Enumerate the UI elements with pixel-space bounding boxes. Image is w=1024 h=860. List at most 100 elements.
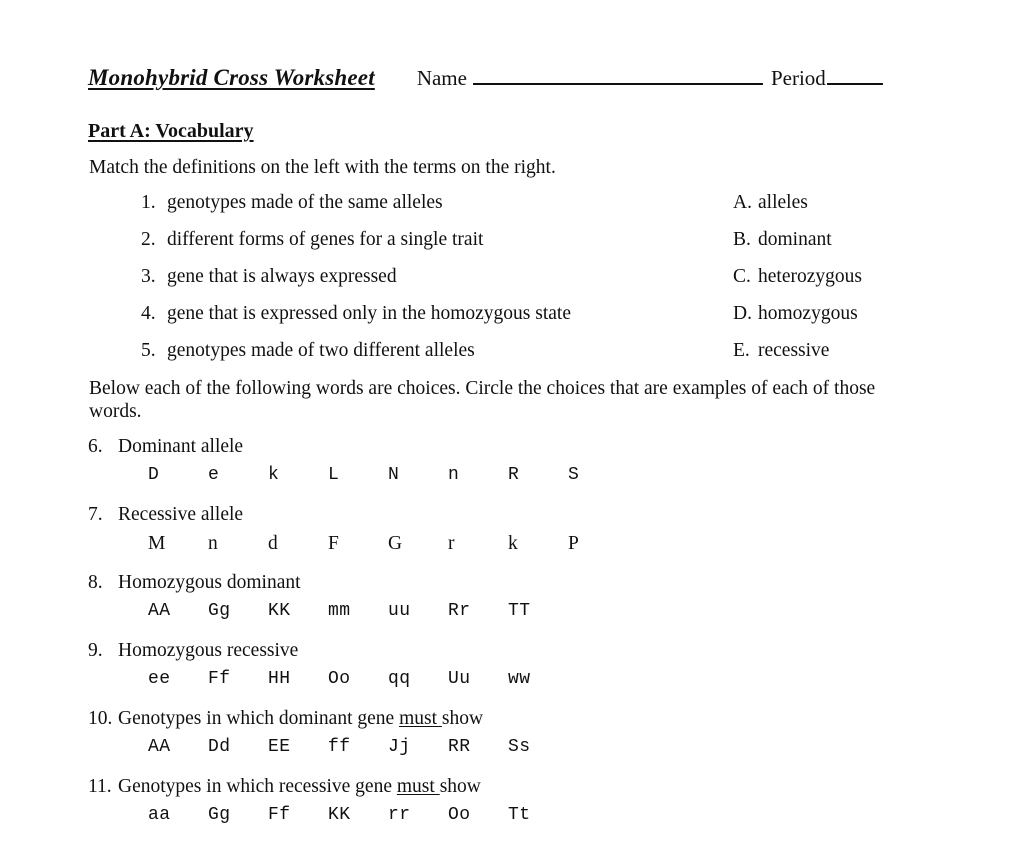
- choice-option[interactable]: L: [328, 465, 388, 485]
- word-prompt: 10. Genotypes in which dominant gene must…: [88, 708, 1024, 737]
- choice-option[interactable]: n: [448, 465, 508, 485]
- definition-text: different forms of genes for a single tr…: [167, 229, 484, 250]
- emphasis-must: must: [396, 776, 440, 797]
- choice-option[interactable]: d: [268, 533, 328, 555]
- word-choice-block: 8. Homozygous dominant AA Gg KK mm uu Rr TT: [0, 572, 1024, 640]
- choice-row: AA Dd EE ff Jj RR Ss: [148, 737, 1024, 776]
- choice-option[interactable]: ww: [508, 669, 568, 689]
- choice-option[interactable]: Rr: [448, 601, 508, 621]
- choice-option[interactable]: k: [508, 533, 568, 555]
- choice-option[interactable]: KK: [328, 805, 388, 825]
- word-choice-block: 9. Homozygous recessive ee Ff HH Oo qq Uu ww: [0, 640, 1024, 708]
- choice-option[interactable]: D: [148, 465, 208, 485]
- match-row: 4. gene that is expressed only in the hom…: [0, 303, 1024, 340]
- word-choice-block: 7. Recessive allele Mn d F Gr k P: [0, 504, 1024, 572]
- circle-instruction: Below each of the following words are ch…: [89, 378, 876, 422]
- choice-option[interactable]: EE: [268, 737, 328, 757]
- term-item[interactable]: B. dominant: [733, 229, 832, 251]
- word-label: Homozygous recessive: [118, 640, 299, 661]
- choice-option[interactable]: Oo: [448, 805, 508, 825]
- choice-option[interactable]: KK: [268, 601, 328, 621]
- word-prompt: 7. Recessive allele: [88, 504, 1024, 533]
- term-item[interactable]: D. homozygous: [733, 303, 858, 325]
- definition-number: 2.: [141, 229, 156, 250]
- term-letter: C.: [733, 266, 751, 287]
- period-blank-line[interactable]: [826, 62, 883, 85]
- choice-row: DekLNnRS: [148, 465, 1024, 504]
- choice-option[interactable]: Jj: [388, 737, 448, 757]
- word-prompt: 9. Homozygous recessive: [88, 640, 1024, 669]
- choice-option[interactable]: F: [328, 533, 388, 555]
- choice-option[interactable]: Dd: [208, 737, 268, 757]
- choice-option[interactable]: Ff: [208, 669, 268, 689]
- word-number: 6.: [88, 436, 103, 457]
- term-item[interactable]: C. heterozygous: [733, 266, 862, 288]
- choice-option[interactable]: TT: [508, 601, 568, 621]
- period-label: Period: [770, 66, 826, 90]
- choice-option[interactable]: G: [388, 533, 448, 555]
- choice-option[interactable]: r: [448, 533, 508, 555]
- word-number: 8.: [88, 572, 103, 593]
- word-number: 11.: [88, 776, 112, 797]
- choice-option[interactable]: rr: [388, 805, 448, 825]
- choice-option[interactable]: Oo: [328, 669, 388, 689]
- choice-option[interactable]: Tt: [508, 805, 568, 825]
- definition-item[interactable]: 4. gene that is expressed only in the hom…: [141, 303, 571, 325]
- choice-row: MndFGrkP: [148, 533, 1024, 572]
- choice-option[interactable]: N: [388, 465, 448, 485]
- emphasis-must: must: [399, 708, 442, 729]
- match-row: 2. different forms of genes for a single …: [0, 229, 1024, 266]
- document-header: Monohybrid Cross Worksheet Name Period: [88, 62, 938, 98]
- choice-option[interactable]: Gg: [208, 805, 268, 825]
- definition-item[interactable]: 3. gene that is always expressed: [141, 266, 397, 288]
- choice-option[interactable]: mm: [328, 601, 388, 621]
- word-choice-block: 6. Dominant allele De k L Nn R S: [0, 436, 1024, 504]
- term-text: dominant: [758, 229, 832, 250]
- word-label: Genotypes in which recessive gene must s…: [118, 776, 481, 797]
- choice-option[interactable]: qq: [388, 669, 448, 689]
- name-blank-line[interactable]: [472, 62, 763, 85]
- definition-item[interactable]: 2. different forms of genes for a single …: [141, 229, 483, 251]
- choice-option[interactable]: Ff: [268, 805, 328, 825]
- choice-option[interactable]: Ss: [508, 737, 568, 757]
- word-choice-block: 11. Genotypes in which recessive gene mus…: [0, 776, 1024, 844]
- choice-option[interactable]: HH: [268, 669, 328, 689]
- definition-text: genotypes made of the same alleles: [167, 192, 443, 213]
- name-label: Name: [416, 66, 467, 90]
- choice-option[interactable]: P: [568, 533, 628, 555]
- choice-option[interactable]: Gg: [208, 601, 268, 621]
- word-number: 7.: [88, 504, 103, 525]
- choice-option[interactable]: AA: [148, 737, 208, 757]
- choice-option[interactable]: S: [568, 465, 628, 485]
- part-a-heading: Part A: Vocabulary: [88, 120, 254, 142]
- choice-option[interactable]: Uu: [448, 669, 508, 689]
- word-label: Genotypes in which dominant gene must sh…: [118, 708, 484, 729]
- choice-option[interactable]: uu: [388, 601, 448, 621]
- choice-option[interactable]: M: [148, 533, 208, 555]
- word-label: Recessive allele: [118, 504, 244, 525]
- definition-item[interactable]: 1. genotypes made of the same alleles: [141, 192, 443, 214]
- choice-option[interactable]: ee: [148, 669, 208, 689]
- choice-option[interactable]: R: [508, 465, 568, 485]
- term-text: recessive: [758, 340, 830, 361]
- page-title: Monohybrid Cross Worksheet: [88, 65, 375, 90]
- term-item[interactable]: A. alleles: [733, 192, 808, 214]
- match-row: 1. genotypes made of the same alleles A. al…: [0, 192, 1024, 229]
- definition-item[interactable]: 5. genotypes made of two different allele…: [141, 340, 475, 362]
- choice-option[interactable]: AA: [148, 601, 208, 621]
- choice-option[interactable]: n: [208, 533, 268, 555]
- name-period-block: Name Period: [417, 62, 891, 91]
- choice-option[interactable]: aa: [148, 805, 208, 825]
- term-letter: A.: [733, 192, 752, 213]
- definition-number: 4.: [141, 303, 156, 324]
- choice-option[interactable]: e: [208, 465, 268, 485]
- definition-text: genotypes made of two different alleles: [167, 340, 475, 361]
- match-instruction: Match the definitions on the left with t…: [89, 157, 556, 178]
- choice-option[interactable]: RR: [448, 737, 508, 757]
- match-row: 5. genotypes made of two different allele…: [0, 340, 1024, 377]
- term-item[interactable]: E. recessive: [733, 340, 829, 362]
- word-prompt: 8. Homozygous dominant: [88, 572, 1024, 601]
- word-label: Homozygous dominant: [118, 572, 301, 593]
- choice-option[interactable]: ff: [328, 737, 388, 757]
- choice-option[interactable]: k: [268, 465, 328, 485]
